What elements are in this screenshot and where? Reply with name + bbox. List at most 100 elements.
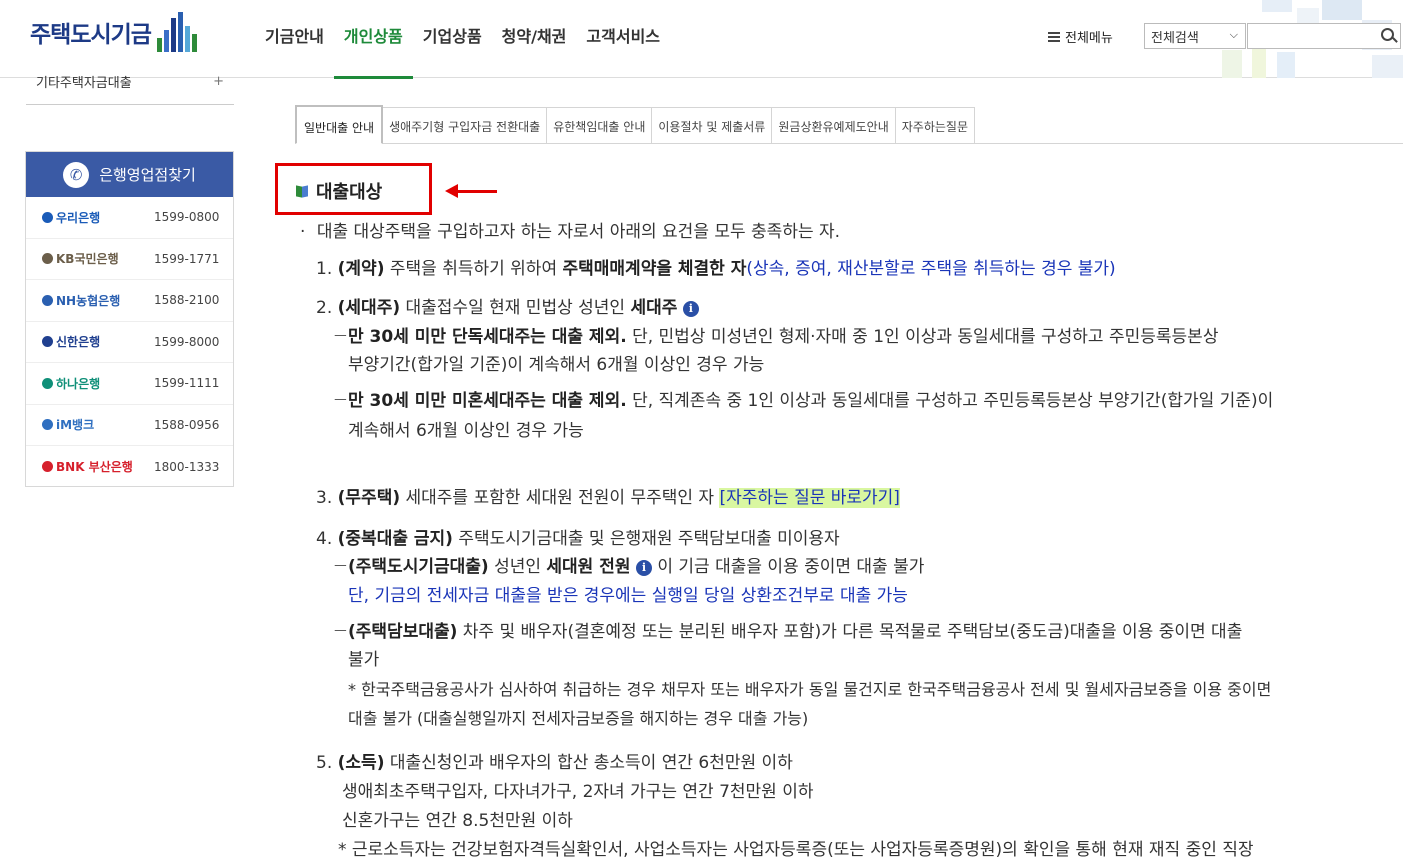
tab-procedure-documents[interactable]: 이용절차 및 제출서류 — [652, 107, 773, 144]
income-line: 신혼가구는 연간 8.5천만원 이하 — [342, 811, 573, 831]
search-icon[interactable] — [1381, 28, 1394, 41]
sub-item-text: 이 기금 대출을 이용 중이면 대출 불가 — [657, 557, 925, 577]
bank-phone: 1588-0956 — [154, 417, 220, 432]
sub-item-continuation: 불가 — [348, 650, 380, 670]
list-item-duplicate-loan: 4. (중복대출 금지) 주택도시기금대출 및 은행재원 주택담보대출 미이용자 — [316, 529, 840, 549]
info-icon[interactable]: i — [682, 301, 699, 317]
sub-item-text: 성년인 — [494, 557, 541, 577]
gnb-fund-info[interactable]: 기금안내 — [255, 0, 334, 78]
sub-item-heading: (주택담보대출) — [348, 622, 458, 642]
bank-row[interactable]: KB국민은행 1599-1771 — [26, 239, 233, 280]
site-logo[interactable]: 주택도시기금 — [30, 12, 197, 52]
bullet-icon: · — [300, 222, 306, 242]
all-menu-button[interactable]: 전체메뉴 — [1048, 27, 1113, 46]
list-item-contract: 1. (계약) 주택을 취득하기 위하여 주택매매계약을 체결한 자(상속, 증… — [316, 259, 1116, 279]
bank-logo: 하나은행 — [26, 375, 154, 392]
sub-item-bold: 세대원 전원 — [546, 557, 631, 577]
dash-icon: ㅡ — [334, 624, 347, 640]
dash-icon: ㅡ — [334, 329, 347, 345]
logo-mark-icon — [156, 12, 197, 52]
gnb-corporate-products[interactable]: 기업상품 — [413, 0, 492, 78]
sub-item-text: 단, 직계존속 중 1인 이상과 동일세대를 구성하고 주민등록등본상 부양기간… — [632, 391, 1274, 411]
info-icon[interactable]: i — [635, 560, 652, 576]
search-scope-select[interactable]: 전체검색 ⌵ — [1144, 23, 1246, 49]
sub-item-heading: (주택도시기금대출) — [348, 557, 489, 577]
item-number: 3. — [316, 488, 333, 508]
bank-finder-title: 은행영업점찾기 — [99, 166, 196, 184]
sub-item-text: 단, 민법상 미성년인 형제·자매 중 1인 이상과 동일세대를 구성하고 주민… — [632, 327, 1219, 347]
item-number: 5. — [316, 753, 333, 773]
bank-name: KB국민은행 — [56, 252, 119, 267]
product-tabs: 일반대출 안내 생애주기형 구입자금 전환대출 유한책임대출 안내 이용절차 및… — [295, 105, 976, 144]
income-footnote: * 근로소득자는 건강보험자격득실확인서, 사업소득자는 사업자등록증(또는 사… — [338, 840, 1254, 860]
bank-logo-icon — [42, 211, 53, 223]
sub-item-single-householder: 만 30세 미만 단독세대주는 대출 제외. 단, 민법상 미성년인 형제·자매… — [348, 327, 1218, 347]
sub-item-note-blue: 단, 기금의 전세자금 대출을 받은 경우에는 실행일 당일 상환조건부로 대출… — [348, 586, 908, 606]
bank-logo-icon — [42, 419, 53, 431]
intro-line: · 대출 대상주택을 구입하고자 하는 자로서 아래의 요건을 모두 충족하는 … — [300, 222, 840, 242]
tab-repayment-deferral[interactable]: 원금상환유예제도안내 — [772, 107, 896, 144]
gnb-subscription-bonds[interactable]: 청약/채권 — [492, 0, 577, 78]
sub-item-mortgage-loan: (주택담보대출) 차주 및 배우자(결혼예정 또는 분리된 배우자 포함)가 다… — [348, 622, 1242, 642]
section-title: 대출대상 — [296, 178, 382, 204]
tab-general-loan[interactable]: 일반대출 안내 — [295, 105, 384, 144]
search-scope-value: 전체검색 — [1151, 31, 1199, 46]
bank-row[interactable]: BNK 부산은행 1800-1333 — [26, 446, 233, 488]
search-input[interactable] — [1247, 23, 1401, 49]
faq-shortcut-link[interactable]: [자주하는 질문 바로가기] — [719, 488, 900, 508]
bank-logo-icon — [42, 253, 53, 265]
dash-icon: ㅡ — [334, 559, 347, 575]
sub-item-bold: 만 30세 미만 미혼세대주는 대출 제외. — [348, 391, 627, 411]
item-text: 주택도시기금대출 및 은행재원 주택담보대출 미이용자 — [458, 529, 840, 549]
gnb-customer-service[interactable]: 고객서비스 — [576, 0, 670, 78]
bank-row[interactable]: 신한은행 1599-8000 — [26, 322, 233, 363]
item-bold-text: 세대주 — [630, 298, 678, 318]
list-item-homeless: 3. (무주택) 세대주를 포함한 세대원 전원이 무주택인 자 [자주하는 질… — [316, 488, 900, 508]
intro-text: 대출 대상주택을 구입하고자 하는 자로서 아래의 요건을 모두 충족하는 자. — [316, 222, 841, 242]
bank-name: NH농협은행 — [56, 293, 121, 308]
bank-branch-finder: ✆ 은행영업점찾기 우리은행 1599-0800 KB국민은행 1599-1771 NH… — [25, 151, 234, 487]
tab-limited-liability-loan[interactable]: 유한책임대출 안내 — [547, 107, 653, 144]
bank-row[interactable]: iM뱅크 1588-0956 — [26, 405, 233, 446]
bank-finder-header[interactable]: ✆ 은행영업점찾기 — [26, 152, 233, 197]
bank-phone: 1599-1111 — [154, 376, 220, 391]
bank-name: BNK 부산은행 — [56, 460, 133, 475]
site-header: 주택도시기금 기금안내 개인상품 기업상품 청약/채권 고객서비스 전체메뉴 전… — [0, 0, 1403, 79]
tab-lifecycle-loan[interactable]: 생애주기형 구입자금 전환대출 — [383, 107, 548, 144]
item-heading: (소득) — [337, 753, 385, 773]
sidebar-item-other-loans[interactable]: 기타주택자금대출 + — [26, 74, 234, 105]
item-text: 대출신청인과 배우자의 합산 총소득이 연간 6천만원 이하 — [389, 753, 793, 773]
item-text: 주택을 취득하기 위하여 — [389, 259, 558, 279]
bank-logo: KB국민은행 — [26, 250, 154, 267]
bank-row[interactable]: 우리은행 1599-0800 — [26, 197, 233, 239]
item-bold-text: 주택매매계약을 체결한 자 — [562, 259, 747, 279]
bank-logo: BNK 부산은행 — [26, 458, 154, 475]
item-heading: (세대주) — [337, 298, 401, 318]
income-line: 생애최초주택구입자, 다자녀가구, 2자녀 가구는 연간 7천만원 이하 — [342, 782, 814, 802]
bank-logo: 우리은행 — [26, 209, 154, 226]
bank-logo: NH농협은행 — [26, 292, 154, 309]
gnb-personal-products[interactable]: 개인상품 — [333, 0, 413, 79]
book-icon — [296, 186, 308, 197]
list-item-income: 5. (소득) 대출신청인과 배우자의 합산 총소득이 연간 6천만원 이하 — [316, 753, 793, 773]
bank-row[interactable]: 하나은행 1599-1111 — [26, 363, 233, 405]
bank-row[interactable]: NH농협은행 1588-2100 — [26, 280, 233, 322]
phone-icon: ✆ — [63, 161, 90, 188]
sub-item-continuation: 계속해서 6개월 이상인 경우 가능 — [348, 421, 584, 441]
bank-logo-icon — [42, 461, 53, 473]
item-heading: (무주택) — [337, 488, 401, 508]
item-number: 1. — [316, 259, 333, 279]
bank-name: 하나은행 — [56, 376, 101, 391]
tab-faq[interactable]: 자주하는질문 — [895, 107, 976, 144]
item-text: 대출접수일 현재 민법상 성년인 — [405, 298, 626, 318]
plus-icon: + — [213, 74, 224, 89]
sidebar-item-label: 기타주택자금대출 — [36, 76, 132, 91]
bank-phone: 1599-8000 — [154, 334, 220, 349]
sub-item-unmarried-householder: 만 30세 미만 미혼세대주는 대출 제외. 단, 직계존속 중 1인 이상과 … — [348, 391, 1273, 411]
sub-item-bold: 만 30세 미만 단독세대주는 대출 제외. — [348, 327, 627, 347]
sub-item-footnote: * 한국주택금융공사가 심사하여 취급하는 경우 채무자 또는 배우자가 동일 … — [348, 680, 1272, 699]
bank-phone: 1599-0800 — [154, 210, 220, 225]
sub-item-text: 차주 및 배우자(결혼예정 또는 분리된 배우자 포함)가 다른 목적물로 주택… — [462, 622, 1243, 642]
bank-logo-icon — [42, 377, 53, 389]
sub-item-footnote: 대출 불가 (대출실행일까지 전세자금보증을 해지하는 경우 대출 가능) — [348, 709, 809, 728]
